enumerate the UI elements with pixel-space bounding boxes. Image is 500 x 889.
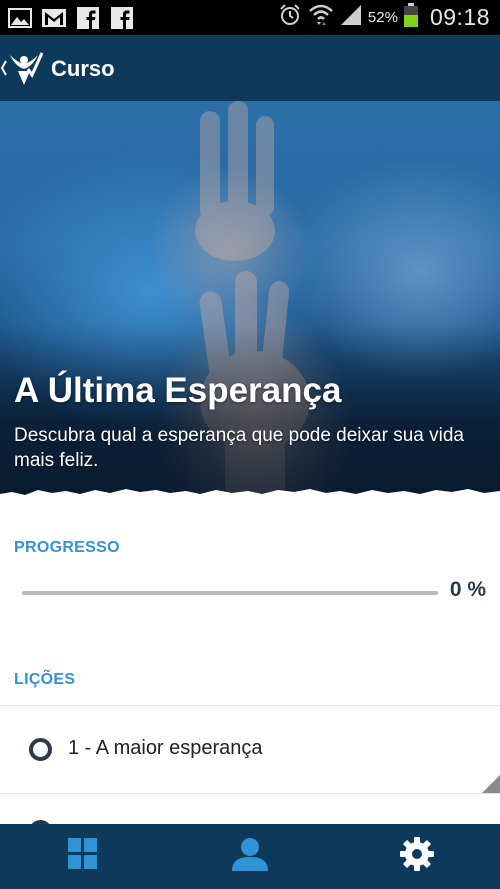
torn-paper-edge — [0, 489, 500, 506]
status-bar: 52% 09:18 — [0, 0, 500, 35]
bottom-navigation — [0, 824, 500, 889]
wifi-icon — [308, 3, 334, 32]
app-title: Curso — [51, 56, 115, 81]
nav-settings-button[interactable] — [333, 824, 500, 889]
facebook-icon — [109, 6, 135, 29]
settings-gear-icon — [399, 836, 435, 877]
image-notification-icon — [7, 7, 33, 29]
lessons-section-label: LIÇÕES — [14, 671, 76, 688]
corner-fold-icon — [482, 775, 500, 793]
app-logo-icon[interactable] — [4, 49, 44, 87]
alarm-icon — [278, 3, 302, 32]
gmail-icon — [41, 7, 67, 29]
course-title: A Última Esperança — [14, 371, 342, 410]
signal-icon — [340, 4, 362, 31]
lesson-title: 1 - A maior esperança — [68, 737, 263, 759]
profile-icon — [230, 837, 270, 876]
app-bar: Curso — [0, 35, 500, 101]
battery-percent: 52% — [367, 9, 398, 26]
facebook-icon — [75, 6, 101, 29]
lesson-list-item[interactable]: 1 - A maior esperança — [0, 706, 500, 793]
nav-courses-button[interactable] — [0, 824, 167, 889]
nav-profile-button[interactable] — [167, 824, 334, 889]
grid-icon — [68, 838, 98, 875]
progress-percent-value: 0 % — [449, 578, 486, 601]
lesson-status-circle-icon — [29, 738, 52, 761]
course-progress-bar — [22, 591, 438, 595]
course-hero-image: A Última Esperança Descubra qual a esper… — [0, 101, 500, 506]
hero-gradient-overlay — [0, 326, 500, 506]
battery-icon — [403, 3, 418, 32]
clock: 09:18 — [429, 4, 490, 30]
progress-section-label: PROGRESSO — [14, 539, 120, 556]
lesson-divider — [0, 793, 500, 794]
course-subtitle: Descubra qual a esperança que pode deixa… — [14, 425, 464, 471]
